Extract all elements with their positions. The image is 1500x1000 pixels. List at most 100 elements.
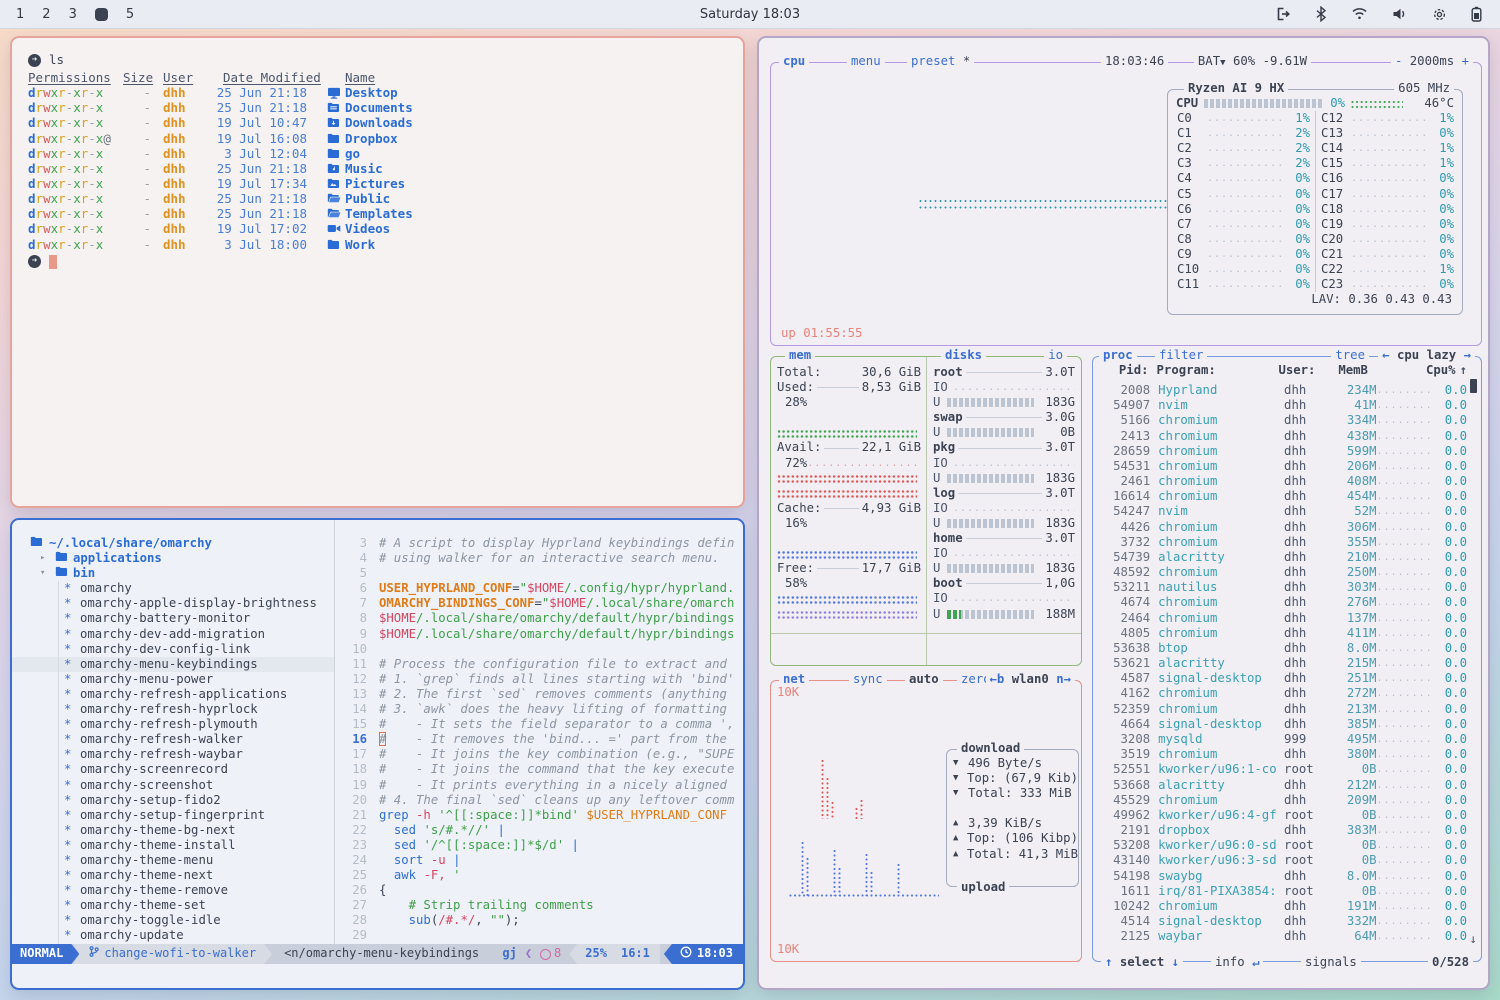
process-row[interactable]: 54531chromiumdhh206M.........0.0 — [1099, 459, 1467, 474]
process-row[interactable]: 3732chromiumdhh355M.........0.0 — [1099, 535, 1467, 550]
process-row[interactable]: 3208mysqld999495M.........0.0 — [1099, 732, 1467, 747]
disks-box-title[interactable]: disks — [941, 348, 986, 363]
process-scrollbar[interactable] — [1470, 379, 1477, 393]
tree-file-omarchy-theme-install[interactable]: *omarchy-theme-install — [12, 838, 334, 853]
proc-filter-button[interactable]: filter — [1155, 348, 1207, 363]
tree-file-omarchy-refresh-waybar[interactable]: *omarchy-refresh-waybar — [12, 747, 334, 762]
terminal-cursor[interactable] — [49, 255, 57, 269]
logout-icon[interactable] — [1275, 6, 1291, 22]
process-row[interactable]: 4674chromiumdhh276M.........0.0 — [1099, 595, 1467, 610]
process-row[interactable]: 2464chromiumdhh137M.........0.0 — [1099, 611, 1467, 626]
tree-file-omarchy-dev-config-link[interactable]: *omarchy-dev-config-link — [12, 642, 334, 657]
tree-dir-bin[interactable]: ▾bin — [12, 566, 334, 581]
tree-file-omarchy-refresh-applications[interactable]: *omarchy-refresh-applications — [12, 687, 334, 702]
interval-plus-button[interactable]: + — [1462, 54, 1469, 68]
process-row[interactable]: 54198swaybgdhh8.0M.........0.0 — [1099, 869, 1467, 884]
process-row[interactable]: 2413chromiumdhh438M.........0.0 — [1099, 429, 1467, 444]
process-row[interactable]: 10242chromiumdhh191M.........0.0 — [1099, 899, 1467, 914]
tree-file-omarchy-menu-power[interactable]: *omarchy-menu-power — [12, 672, 334, 687]
interval-minus-button[interactable]: - — [1395, 54, 1402, 68]
tree-file-omarchy-screenrecord[interactable]: *omarchy-screenrecord — [12, 762, 334, 777]
process-row[interactable]: 52359chromiumdhh213M.........0.0 — [1099, 702, 1467, 717]
menu-button[interactable]: menu — [847, 54, 885, 69]
process-row[interactable]: 49962kworker/u96:4-gfroot0B.........0.0 — [1099, 808, 1467, 823]
bluetooth-icon[interactable] — [1315, 6, 1327, 22]
mem-meter-red — [777, 489, 917, 499]
process-row[interactable]: 5166chromiumdhh334M.........0.0 — [1099, 413, 1467, 428]
diagnostics-badge[interactable]: 8 — [540, 946, 561, 961]
process-row[interactable]: 4162chromiumdhh272M.........0.0 — [1099, 686, 1467, 701]
proc-sort-control[interactable]: ← cpu lazy → — [1378, 348, 1475, 363]
io-toggle[interactable]: io — [1044, 348, 1067, 363]
net-auto-button[interactable]: auto — [905, 672, 943, 687]
wifi-icon[interactable] — [1351, 7, 1368, 21]
mem-box-title[interactable]: mem — [785, 348, 815, 363]
monitor-icon — [327, 87, 343, 99]
proc-box-title[interactable]: proc — [1099, 348, 1137, 363]
process-row[interactable]: 16614chromiumdhh454M.........0.0 — [1099, 489, 1467, 504]
net-sync-button[interactable]: sync — [849, 672, 887, 687]
process-row[interactable]: 53638btopdhh8.0M.........0.0 — [1099, 641, 1467, 656]
tree-file-omarchy-theme-remove[interactable]: *omarchy-theme-remove — [12, 883, 334, 898]
process-row[interactable]: 53208kworker/u96:0-sdroot0B.........0.0 — [1099, 838, 1467, 853]
tree-file-omarchy-theme-bg-next[interactable]: *omarchy-theme-bg-next — [12, 823, 334, 838]
process-row[interactable]: 4426chromiumdhh306M.........0.0 — [1099, 520, 1467, 535]
tree-file-omarchy-apple-display-brightness[interactable]: *omarchy-apple-display-brightness — [12, 596, 334, 611]
core-row-C21: C21................0% — [1316, 247, 1459, 262]
process-row[interactable]: 53668alacrittydhh212M.........0.0 — [1099, 777, 1467, 792]
process-row[interactable]: 4664signal-desktopdhh385M.........0.0 — [1099, 717, 1467, 732]
tree-file-omarchy-theme-set[interactable]: *omarchy-theme-set — [12, 898, 334, 913]
code-editor[interactable]: 3# A script to display Hyprland keybindi… — [335, 520, 743, 944]
process-row[interactable]: 43140kworker/u96:3-sdroot0B.........0.0 — [1099, 853, 1467, 868]
net-interface[interactable]: ←b wlan0 n→ — [986, 672, 1075, 687]
process-row[interactable]: 54247nvimdhh52M.........0.0 — [1099, 504, 1467, 519]
process-row[interactable]: 2008Hyprlanddhh234M.........0.0 — [1099, 383, 1467, 398]
proc-tree-button[interactable]: tree — [1331, 348, 1369, 363]
process-row[interactable]: 52551kworker/u96:1-coroot0B.........0.0 — [1099, 762, 1467, 777]
volume-icon[interactable] — [1392, 7, 1408, 21]
settings-gear-icon[interactable] — [1432, 7, 1447, 22]
tree-file-omarchy-refresh-plymouth[interactable]: *omarchy-refresh-plymouth — [12, 717, 334, 732]
battery-icon[interactable] — [1471, 6, 1482, 22]
process-row[interactable]: 2191dropboxdhh383M.........0.0 — [1099, 823, 1467, 838]
scroll-down-arrow[interactable]: ↓ — [1470, 932, 1477, 947]
system-monitor-window[interactable]: cpu menu preset * 18:03:46 BAT▼ 60% -9.6… — [757, 36, 1490, 990]
process-row[interactable]: 53211nautilusdhh303M.........0.0 — [1099, 580, 1467, 595]
process-row[interactable]: 1611irq/81-PIXA3854:root0B.........0.0 — [1099, 884, 1467, 899]
tree-file-omarchy-dev-add-migration[interactable]: *omarchy-dev-add-migration — [12, 627, 334, 642]
process-row[interactable]: 45529chromiumdhh209M.........0.0 — [1099, 793, 1467, 808]
tree-file-omarchy-theme-menu[interactable]: *omarchy-theme-menu — [12, 853, 334, 868]
tree-root[interactable]: ~/.local/share/omarchy — [12, 536, 334, 551]
cpu-box-title[interactable]: cpu — [779, 54, 809, 69]
tree-file-omarchy-refresh-walker[interactable]: *omarchy-refresh-walker — [12, 732, 334, 747]
process-row[interactable]: 3519chromiumdhh380M.........0.0 — [1099, 747, 1467, 762]
process-row[interactable]: 54739alacrittydhh210M.........0.0 — [1099, 550, 1467, 565]
process-row[interactable]: 2461chromiumdhh408M.........0.0 — [1099, 474, 1467, 489]
tree-file-omarchy-refresh-hyprlock[interactable]: *omarchy-refresh-hyprlock — [12, 702, 334, 717]
tree-file-omarchy-theme-next[interactable]: *omarchy-theme-next — [12, 868, 334, 883]
git-branch-icon — [89, 945, 99, 962]
process-row[interactable]: 4805chromiumdhh411M.........0.0 — [1099, 626, 1467, 641]
file-tree[interactable]: ~/.local/share/omarchy ▸applications▾bin… — [12, 520, 334, 956]
tree-file-omarchy-update[interactable]: *omarchy-update — [12, 928, 334, 943]
process-row[interactable]: 2125waybardhh64M.........0.0 — [1099, 929, 1467, 944]
tree-file-omarchy-screenshot[interactable]: *omarchy-screenshot — [12, 778, 334, 793]
process-row[interactable]: 53621alacrittydhh215M.........0.0 — [1099, 656, 1467, 671]
tree-file-omarchy-setup-fingerprint[interactable]: *omarchy-setup-fingerprint — [12, 808, 334, 823]
preset-button[interactable]: preset * — [907, 54, 974, 69]
tree-file-omarchy-battery-monitor[interactable]: *omarchy-battery-monitor — [12, 611, 334, 626]
terminal-window[interactable]: ➜ ls PermissionsSizeUserDate ModifiedNam… — [10, 36, 745, 508]
process-table[interactable]: 2008Hyprlanddhh234M.........0.054907nvim… — [1093, 379, 1481, 944]
process-row[interactable]: 4514signal-desktopdhh332M.........0.0 — [1099, 914, 1467, 929]
git-branch[interactable]: change-wofi-to-walker — [73, 944, 272, 964]
editor-window[interactable]: ~/.local/share/omarchy ▸applications▾bin… — [10, 518, 745, 990]
tree-file-omarchy-setup-fido2[interactable]: *omarchy-setup-fido2 — [12, 793, 334, 808]
tree-dir-applications[interactable]: ▸applications — [12, 551, 334, 566]
process-row[interactable]: 54907nvimdhh41M.........0.0 — [1099, 398, 1467, 413]
tree-file-omarchy-toggle-idle[interactable]: *omarchy-toggle-idle — [12, 913, 334, 928]
tree-file-omarchy[interactable]: *omarchy — [12, 581, 334, 596]
process-row[interactable]: 28659chromiumdhh599M.........0.0 — [1099, 444, 1467, 459]
process-row[interactable]: 4587signal-desktopdhh251M.........0.0 — [1099, 671, 1467, 686]
process-row[interactable]: 48592chromiumdhh250M.........0.0 — [1099, 565, 1467, 580]
tree-file-omarchy-menu-keybindings[interactable]: *omarchy-menu-keybindings — [12, 657, 334, 672]
